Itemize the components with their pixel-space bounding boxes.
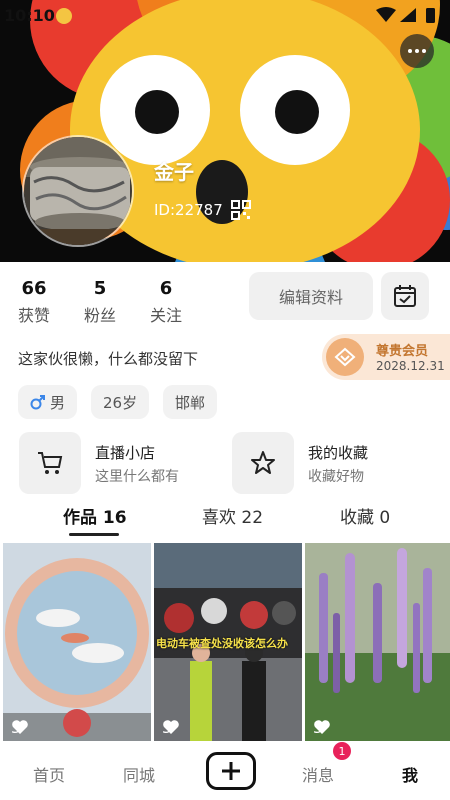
- favorites-button: [232, 432, 294, 494]
- shop-title: 直播小店: [95, 444, 156, 462]
- qr-code-icon[interactable]: [231, 200, 251, 220]
- active-tab-indicator: [69, 533, 119, 536]
- favorites-title: 我的收藏: [308, 444, 369, 462]
- tab-works[interactable]: 作品 16: [63, 503, 127, 528]
- emoji-status-icon: [56, 8, 72, 24]
- bio-text: 这家伙很懒，什么都没留下: [18, 350, 199, 368]
- nav-messages[interactable]: 消息: [302, 762, 334, 786]
- vip-membership-card[interactable]: 尊贵会员 2028.12.31: [322, 334, 450, 380]
- plus-icon: [222, 762, 240, 780]
- create-post-button[interactable]: [206, 752, 256, 790]
- tab-likes[interactable]: 喜欢 22: [202, 503, 263, 528]
- profile-banner[interactable]: 10:10 金子 ID:22787: [0, 0, 450, 262]
- nav-local[interactable]: 同城: [123, 762, 155, 786]
- messages-badge: 1: [333, 742, 351, 760]
- gender-label: 男: [50, 393, 66, 412]
- vip-expiry-date: 2028.12.31: [376, 359, 445, 373]
- like-count: 3: [313, 719, 330, 737]
- male-icon: [30, 395, 45, 410]
- stat-following[interactable]: 6 关注: [136, 278, 196, 326]
- stat-likes-value: 66: [21, 278, 47, 299]
- status-bar: 10:10: [0, 0, 450, 30]
- work-thumbnail: [3, 543, 151, 741]
- like-count: 3: [11, 719, 28, 737]
- vip-title: 尊贵会员: [376, 344, 429, 359]
- status-icons: [374, 6, 438, 28]
- like-count: 3: [162, 719, 179, 737]
- gender-tag: 男: [18, 385, 78, 419]
- edit-profile-button[interactable]: 编辑资料: [249, 272, 373, 320]
- work-item[interactable]: 3: [3, 543, 151, 741]
- stat-following-label: 关注: [149, 306, 182, 325]
- avatar[interactable]: [22, 135, 134, 247]
- calendar-button[interactable]: [381, 272, 429, 320]
- shop-button: [19, 432, 81, 494]
- nav-me[interactable]: 我: [402, 762, 418, 786]
- calendar-check-icon: [394, 285, 416, 307]
- work-caption: 电动车被查处没收该怎么办: [156, 637, 288, 650]
- favorites-subtitle: 收藏好物: [308, 469, 364, 485]
- city-tag: 邯郸: [163, 385, 218, 419]
- more-options-button[interactable]: [400, 34, 434, 68]
- heart-icon: [163, 720, 179, 734]
- stat-followers-value: 5: [93, 278, 107, 299]
- heart-icon: [314, 720, 330, 734]
- my-favorites-entry[interactable]: 我的收藏 收藏好物: [232, 432, 432, 496]
- tab-collections[interactable]: 收藏 0: [340, 503, 390, 528]
- star-icon: [251, 451, 275, 474]
- work-item[interactable]: 3: [305, 543, 450, 741]
- vip-diamond-icon: [326, 338, 364, 376]
- stat-likes-label: 获赞: [17, 306, 50, 325]
- shop-subtitle: 这里什么都有: [95, 469, 179, 485]
- nav-home[interactable]: 首页: [33, 762, 65, 786]
- status-time: 10:10: [4, 6, 55, 25]
- work-item[interactable]: 电动车被查处没收该怎么办 3: [154, 543, 302, 741]
- bottom-navigation: 首页 同城 消息 1 我: [0, 742, 450, 800]
- shopping-cart-icon: [38, 452, 63, 474]
- work-thumbnail: [305, 543, 450, 741]
- avatar-image: [24, 137, 132, 245]
- wifi-signal-battery-icon: [376, 7, 435, 23]
- user-id: ID:22787: [154, 201, 223, 219]
- stat-followers[interactable]: 5 粉丝: [70, 278, 130, 326]
- nickname: 金子: [154, 160, 194, 184]
- age-tag: 26岁: [91, 385, 150, 419]
- live-shop-entry[interactable]: 直播小店 这里什么都有: [19, 432, 219, 496]
- stat-followers-label: 粉丝: [83, 306, 116, 325]
- stat-likes[interactable]: 66 获赞: [4, 278, 64, 326]
- heart-icon: [12, 720, 28, 734]
- stat-following-value: 6: [159, 278, 173, 299]
